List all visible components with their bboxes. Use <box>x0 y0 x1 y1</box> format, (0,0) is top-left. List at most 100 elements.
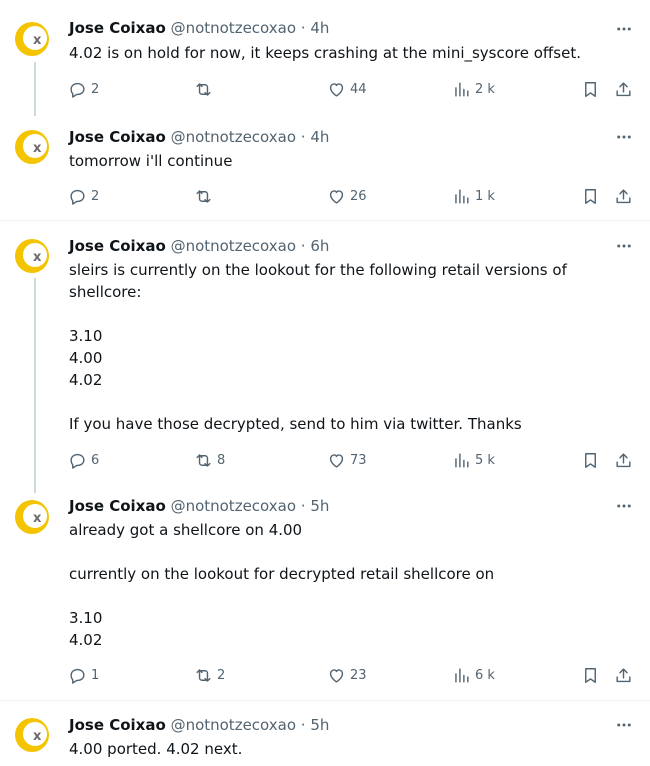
bookmark-button[interactable] <box>581 185 600 207</box>
tweet-time[interactable]: · 5h <box>301 497 330 515</box>
bookmark-button[interactable] <box>581 78 600 100</box>
share-icon <box>616 667 631 682</box>
tweet-text: 4.02 is on hold for now, it keeps crashi… <box>69 44 581 62</box>
author-name[interactable]: Jose Coixao <box>69 19 166 37</box>
tweet-time[interactable]: · 4h <box>301 128 330 146</box>
heart-icon <box>329 668 344 683</box>
svg-text:x: x <box>33 33 42 48</box>
tweet-text: sleirs is currently on the lookout for t… <box>69 261 567 433</box>
retweet-button[interactable]: 2 <box>194 664 225 686</box>
bookmark-button[interactable] <box>581 664 600 686</box>
views-button[interactable]: 6 k <box>452 664 495 686</box>
author-handle[interactable]: @notnotzecoxao <box>171 19 296 37</box>
reply-icon <box>70 189 85 205</box>
tweet-header: Jose Coixao @notnotzecoxao · 6h <box>69 236 329 256</box>
avatar-logo-icon: x <box>15 130 49 164</box>
tweet-header: Jose Coixao @notnotzecoxao · 5h <box>69 715 329 735</box>
more-options-icon[interactable] <box>612 19 636 39</box>
reply-icon <box>70 82 85 98</box>
heart-icon <box>329 453 344 468</box>
tweet[interactable]: x Jose Coixao @notnotzecoxao · 6h sleirs… <box>0 220 650 493</box>
like-count: 23 <box>350 667 367 683</box>
avatar[interactable]: x <box>12 19 52 59</box>
tweet-text: already got a shellcore on 4.00 currentl… <box>69 521 495 649</box>
tweet[interactable]: x Jose Coixao @notnotzecoxao · 4h tomorr… <box>0 110 650 220</box>
bookmark-icon <box>585 188 596 204</box>
share-icon <box>616 188 631 203</box>
svg-text:x: x <box>33 511 42 526</box>
views-chart-icon <box>455 667 469 683</box>
views-chart-icon <box>455 81 469 97</box>
tweet-time[interactable]: · 5h <box>301 716 330 734</box>
reply-button[interactable]: 2 <box>68 78 99 100</box>
author-handle[interactable]: @notnotzecoxao <box>171 497 296 515</box>
tweet-text: tomorrow i'll continue <box>69 152 233 170</box>
avatar[interactable]: x <box>12 715 52 755</box>
share-button[interactable] <box>614 78 633 100</box>
avatar[interactable]: x <box>12 127 52 167</box>
retweet-button[interactable] <box>194 185 217 207</box>
views-button[interactable]: 5 k <box>452 449 495 471</box>
view-count: 5 k <box>475 452 495 468</box>
avatar[interactable]: x <box>12 497 52 537</box>
more-options-icon[interactable] <box>612 496 636 516</box>
like-count: 26 <box>350 188 367 204</box>
svg-text:x: x <box>33 250 42 265</box>
tweet-time[interactable]: · 4h <box>301 19 330 37</box>
tweet-header: Jose Coixao @notnotzecoxao · 5h <box>69 496 329 516</box>
like-button[interactable]: 23 <box>327 664 367 686</box>
views-button[interactable]: 1 k <box>452 185 495 207</box>
author-name[interactable]: Jose Coixao <box>69 128 166 146</box>
tweet[interactable]: x Jose Coixao @notnotzecoxao · 4h 4.02 i… <box>0 0 650 116</box>
more-options-icon[interactable] <box>612 127 636 147</box>
views-button[interactable]: 2 k <box>452 78 495 100</box>
more-options-icon[interactable] <box>612 236 636 256</box>
like-count: 73 <box>350 452 367 468</box>
action-bar: 2 26 1 k <box>66 185 636 207</box>
tweet[interactable]: x Jose Coixao @notnotzecoxao · 5h alread… <box>0 485 650 700</box>
retweet-button[interactable] <box>194 78 217 100</box>
action-bar: 2 44 2 k <box>66 78 636 100</box>
tweet[interactable]: x Jose Coixao @notnotzecoxao · 5h 4.00 p… <box>0 700 650 766</box>
share-button[interactable] <box>614 185 633 207</box>
reply-icon <box>70 668 85 684</box>
retweet-icon <box>196 668 211 682</box>
share-button[interactable] <box>614 449 633 471</box>
like-count: 44 <box>350 81 367 97</box>
tweet-header: Jose Coixao @notnotzecoxao · 4h <box>69 127 329 147</box>
bookmark-icon <box>585 452 596 468</box>
author-name[interactable]: Jose Coixao <box>69 716 166 734</box>
share-icon <box>616 452 631 467</box>
view-count: 6 k <box>475 667 495 683</box>
reply-button[interactable]: 1 <box>68 664 99 686</box>
like-button[interactable]: 44 <box>327 78 367 100</box>
reply-button[interactable]: 6 <box>68 449 99 471</box>
bookmark-button[interactable] <box>581 449 600 471</box>
avatar[interactable]: x <box>12 236 52 276</box>
author-name[interactable]: Jose Coixao <box>69 237 166 255</box>
bookmark-icon <box>585 667 596 683</box>
tweet-time[interactable]: · 6h <box>301 237 330 255</box>
tweet-text: 4.00 ported. 4.02 next. <box>69 740 243 758</box>
svg-text:x: x <box>33 141 42 156</box>
thread-line <box>34 62 36 116</box>
retweet-icon <box>196 453 211 467</box>
reply-icon <box>70 453 85 469</box>
like-button[interactable]: 73 <box>327 449 367 471</box>
avatar-logo-icon: x <box>15 239 49 273</box>
retweet-button[interactable]: 8 <box>194 449 225 471</box>
retweet-count: 8 <box>217 452 226 468</box>
share-button[interactable] <box>614 664 633 686</box>
retweet-icon <box>196 189 211 203</box>
views-chart-icon <box>455 452 469 468</box>
author-handle[interactable]: @notnotzecoxao <box>171 128 296 146</box>
svg-text:x: x <box>33 729 42 744</box>
author-handle[interactable]: @notnotzecoxao <box>171 716 296 734</box>
like-button[interactable]: 26 <box>327 185 367 207</box>
more-options-icon[interactable] <box>612 715 636 735</box>
heart-icon <box>329 189 344 204</box>
thread-line <box>34 278 36 493</box>
author-handle[interactable]: @notnotzecoxao <box>171 237 296 255</box>
reply-button[interactable]: 2 <box>68 185 99 207</box>
author-name[interactable]: Jose Coixao <box>69 497 166 515</box>
